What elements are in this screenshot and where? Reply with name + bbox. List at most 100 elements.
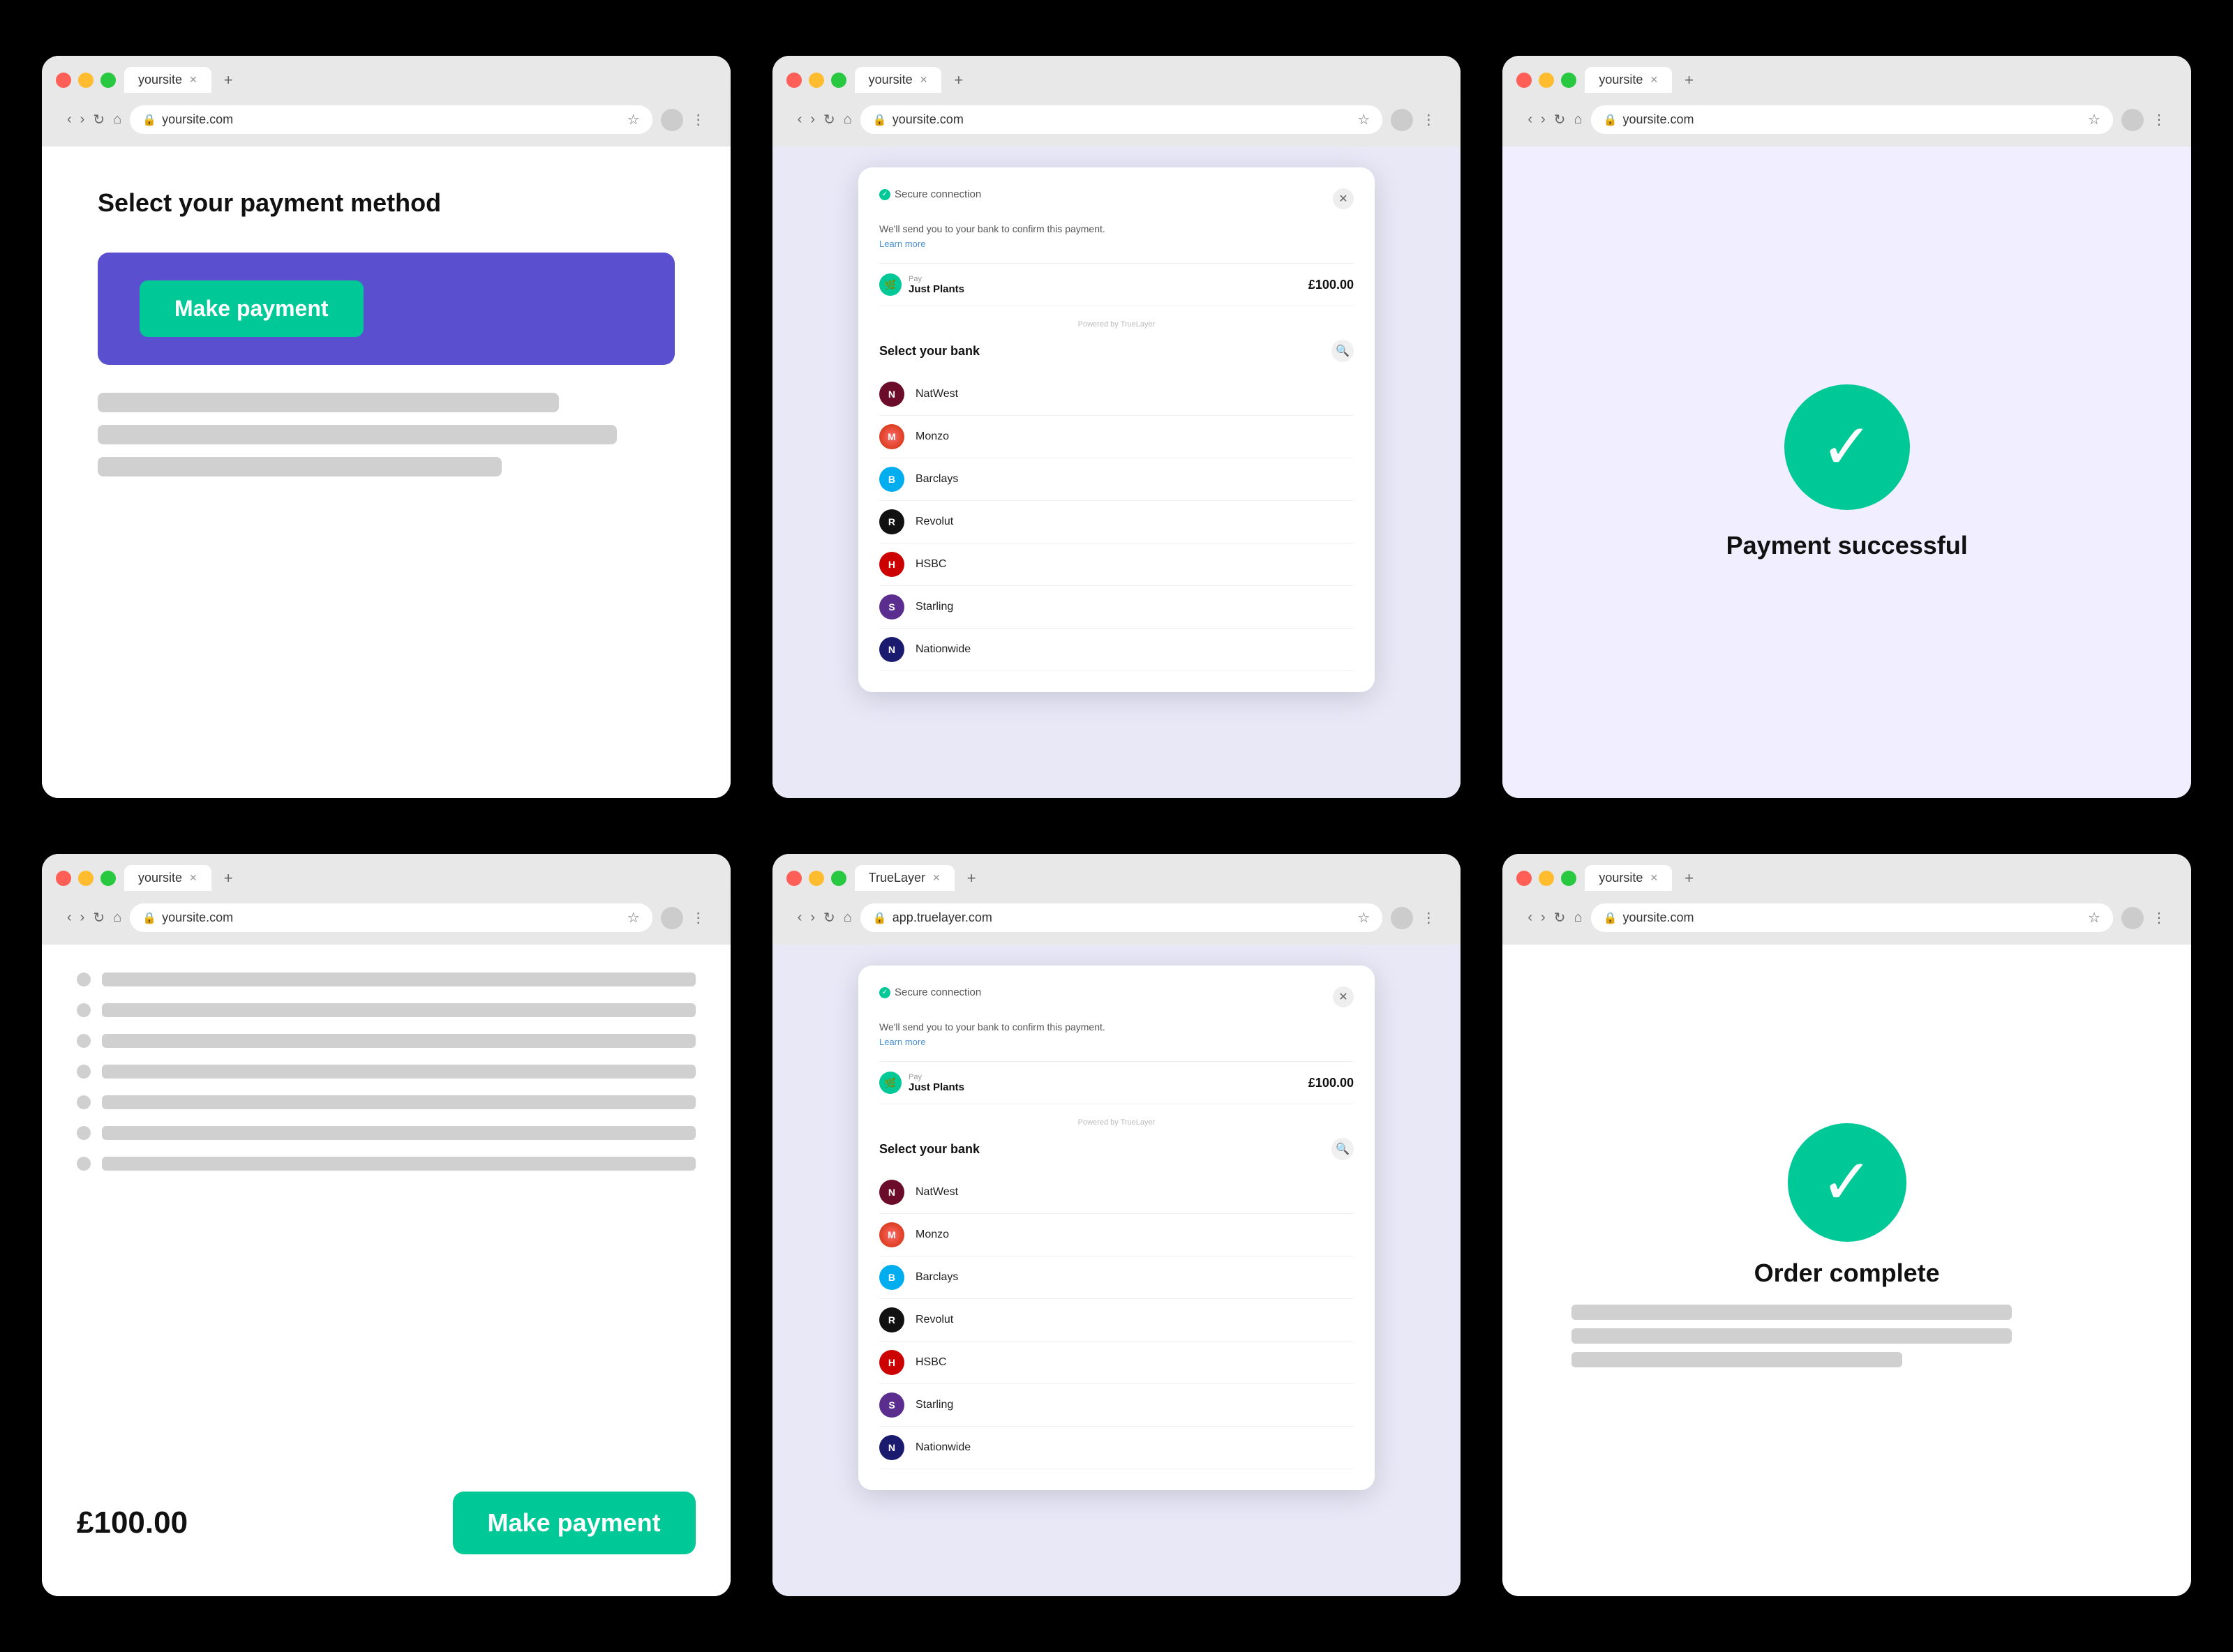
profile-avatar[interactable] [661, 907, 683, 929]
bank-name: NatWest [916, 1186, 958, 1199]
bank-list-item[interactable]: B Barclays [879, 458, 1354, 501]
secure-label: Secure connection [895, 188, 981, 200]
nav-back-button[interactable]: ‹ [798, 910, 802, 926]
main-grid: yoursite ✕ + ‹ › ↻ ⌂ 🔒 yoursite.com ☆ [0, 0, 2233, 1652]
bookmark-icon[interactable]: ☆ [627, 909, 640, 926]
tab-close-icon[interactable]: ✕ [1650, 74, 1658, 86]
bookmark-icon[interactable]: ☆ [1357, 111, 1370, 128]
address-bar[interactable]: 🔒 yoursite.com ☆ [860, 105, 1382, 134]
bank-list-item[interactable]: N NatWest [879, 373, 1354, 416]
nav-refresh-button[interactable]: ↻ [823, 909, 835, 926]
bank-list-item[interactable]: R Revolut [879, 1299, 1354, 1342]
address-bar[interactable]: 🔒 yoursite.com ☆ [130, 903, 652, 932]
bank-list-item[interactable]: N NatWest [879, 1171, 1354, 1214]
browser-tab[interactable]: yoursite ✕ [124, 67, 211, 93]
bank-list-item[interactable]: R Revolut [879, 501, 1354, 543]
bank-list-item[interactable]: S Starling [879, 1384, 1354, 1427]
nav-back-button[interactable]: ‹ [798, 112, 802, 128]
tab-close-icon[interactable]: ✕ [932, 872, 941, 884]
nav-home-button[interactable]: ⌂ [113, 910, 121, 926]
learn-more-link[interactable]: Learn more [879, 239, 1354, 249]
new-tab-button[interactable]: + [1678, 866, 1701, 890]
bank-list-item[interactable]: M Monzo [879, 1214, 1354, 1256]
address-bar[interactable]: 🔒 yoursite.com ☆ [1591, 903, 2113, 932]
browser-tab[interactable]: yoursite ✕ [855, 67, 942, 93]
browser-tab[interactable]: TrueLayer ✕ [855, 865, 955, 891]
menu-icon[interactable]: ⋮ [2152, 909, 2166, 926]
nav-refresh-button[interactable]: ↻ [1554, 111, 1566, 128]
nav-refresh-button[interactable]: ↻ [823, 111, 835, 128]
bank-search-row: Select your bank 🔍 [879, 1138, 1354, 1160]
profile-avatar[interactable] [2121, 907, 2144, 929]
order-skeleton-2 [1571, 1328, 2012, 1344]
nav-forward-button[interactable]: › [1541, 112, 1546, 128]
new-tab-button[interactable]: + [217, 866, 240, 890]
nav-back-button[interactable]: ‹ [1528, 910, 1532, 926]
menu-icon[interactable]: ⋮ [692, 909, 705, 926]
nav-back-button[interactable]: ‹ [1528, 112, 1532, 128]
profile-avatar[interactable] [1391, 109, 1413, 131]
nav-forward-button[interactable]: › [810, 910, 815, 926]
new-tab-button[interactable]: + [960, 866, 983, 890]
modal-close-button[interactable]: ✕ [1333, 188, 1354, 209]
nav-refresh-button[interactable]: ↻ [93, 111, 105, 128]
nav-home-button[interactable]: ⌂ [844, 112, 852, 128]
profile-avatar[interactable] [2121, 109, 2144, 131]
browser-window-2: yoursite ✕ + ‹ › ↻ ⌂ 🔒 yoursite.com ☆ [772, 56, 1461, 798]
checkout-pay-button[interactable]: Make payment [453, 1492, 696, 1554]
bank-logo-natwest: N [879, 1180, 904, 1205]
bank-list-item[interactable]: H HSBC [879, 1342, 1354, 1384]
new-tab-button[interactable]: + [1678, 68, 1701, 92]
bank-list-item[interactable]: M Monzo [879, 416, 1354, 458]
truelayer-modal: ✓ Secure connection ✕ We'll send you to … [772, 147, 1461, 798]
nav-home-button[interactable]: ⌂ [1574, 910, 1582, 926]
learn-more-link[interactable]: Learn more [879, 1037, 1354, 1047]
bank-search-button[interactable]: 🔍 [1331, 1138, 1354, 1160]
bookmark-icon[interactable]: ☆ [2088, 111, 2100, 128]
bank-logo-monzo: M [879, 1222, 904, 1247]
nav-home-button[interactable]: ⌂ [844, 910, 852, 926]
tab-close-icon[interactable]: ✕ [189, 74, 197, 86]
new-tab-button[interactable]: + [217, 68, 240, 92]
profile-avatar[interactable] [661, 109, 683, 131]
address-bar[interactable]: 🔒 yoursite.com ☆ [130, 105, 652, 134]
address-bar[interactable]: 🔒 app.truelayer.com ☆ [860, 903, 1382, 932]
shield-icon: ✓ [879, 189, 890, 200]
nav-forward-button[interactable]: › [810, 112, 815, 128]
nav-forward-button[interactable]: › [80, 112, 85, 128]
nav-home-button[interactable]: ⌂ [1574, 112, 1582, 128]
browser-tab[interactable]: yoursite ✕ [124, 865, 211, 891]
tab-close-icon[interactable]: ✕ [1650, 872, 1658, 884]
nav-refresh-button[interactable]: ↻ [93, 909, 105, 926]
nav-back-button[interactable]: ‹ [67, 910, 72, 926]
bank-list-item[interactable]: S Starling [879, 586, 1354, 629]
bank-list-item[interactable]: B Barclays [879, 1256, 1354, 1299]
nav-forward-button[interactable]: › [1541, 910, 1546, 926]
menu-icon[interactable]: ⋮ [1421, 909, 1435, 926]
nav-home-button[interactable]: ⌂ [113, 112, 121, 128]
tab-close-icon[interactable]: ✕ [189, 872, 197, 884]
nav-refresh-button[interactable]: ↻ [1554, 909, 1566, 926]
pay-name: Just Plants [909, 283, 964, 295]
nav-forward-button[interactable]: › [80, 910, 85, 926]
bank-list-item[interactable]: N Nationwide [879, 629, 1354, 671]
modal-close-button[interactable]: ✕ [1333, 986, 1354, 1007]
address-bar[interactable]: 🔒 yoursite.com ☆ [1591, 105, 2113, 134]
bookmark-icon[interactable]: ☆ [2088, 909, 2100, 926]
bookmark-icon[interactable]: ☆ [1357, 909, 1370, 926]
bank-list-item[interactable]: N Nationwide [879, 1427, 1354, 1469]
profile-avatar[interactable] [1391, 907, 1413, 929]
bookmark-icon[interactable]: ☆ [627, 111, 640, 128]
bank-list-item[interactable]: H HSBC [879, 543, 1354, 586]
new-tab-button[interactable]: + [947, 68, 970, 92]
menu-icon[interactable]: ⋮ [692, 111, 705, 128]
bank-search-button[interactable]: 🔍 [1331, 340, 1354, 362]
browser-tab[interactable]: yoursite ✕ [1585, 865, 1672, 891]
browser-tab[interactable]: yoursite ✕ [1585, 67, 1672, 93]
secure-badge: ✓ Secure connection [879, 188, 981, 200]
tab-close-icon[interactable]: ✕ [920, 74, 928, 86]
nav-back-button[interactable]: ‹ [67, 112, 72, 128]
menu-icon[interactable]: ⋮ [1421, 111, 1435, 128]
menu-icon[interactable]: ⋮ [2152, 111, 2166, 128]
make-payment-button[interactable]: Make payment [140, 280, 364, 337]
